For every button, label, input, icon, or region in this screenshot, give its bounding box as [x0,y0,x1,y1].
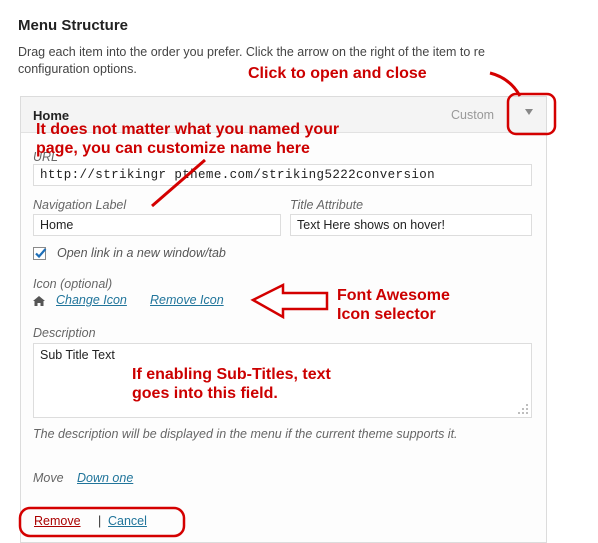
resize-grip-icon[interactable] [517,403,529,415]
triangle-down-icon [525,109,533,115]
change-icon-link[interactable]: Change Icon [56,293,127,307]
font-awesome-annotation-line-2: Icon selector [337,306,436,323]
move-label: Move [33,471,64,485]
navigation-label-label: Navigation Label [33,198,127,212]
open-close-annotation: Click to open and close [248,65,427,82]
home-icon [33,296,45,306]
subtitle-annotation-line-1: If enabling Sub-Titles, text [132,366,331,383]
remove-link[interactable]: Remove [34,514,81,528]
cancel-link[interactable]: Cancel [108,514,147,528]
remove-icon-link[interactable]: Remove Icon [150,293,224,307]
description-help-text: The description will be displayed in the… [33,427,458,441]
name-annotation-line-1: It does not matter what you named your [36,121,340,138]
checkmark-icon [35,248,47,259]
navigation-label-input[interactable]: Home [33,214,281,236]
menu-item-type: Custom [451,108,495,122]
icon-optional-label: Icon (optional) [33,277,113,291]
menu-item-toggle-button[interactable] [518,101,540,127]
description-value: Sub Title Text [40,348,115,362]
url-input[interactable]: http://strikingr ptheme.com/striking5222… [33,164,532,186]
section-title: Menu Structure [18,17,129,34]
name-annotation-line-2: page, you can customize name here [36,140,310,157]
font-awesome-annotation-line-1: Font Awesome [337,287,450,304]
subtitle-annotation-line-2: goes into this field. [132,385,278,402]
title-attribute-label: Title Attribute [290,198,364,212]
open-new-window-label: Open link in a new window/tab [57,246,226,260]
title-attribute-input[interactable]: Text Here shows on hover! [290,214,532,236]
instructions-line-1: Drag each item into the order you prefer… [18,45,485,59]
open-new-window-checkbox[interactable] [33,247,47,260]
move-down-one-link[interactable]: Down one [77,471,133,485]
description-label: Description [33,326,96,340]
action-separator: | [98,514,102,528]
